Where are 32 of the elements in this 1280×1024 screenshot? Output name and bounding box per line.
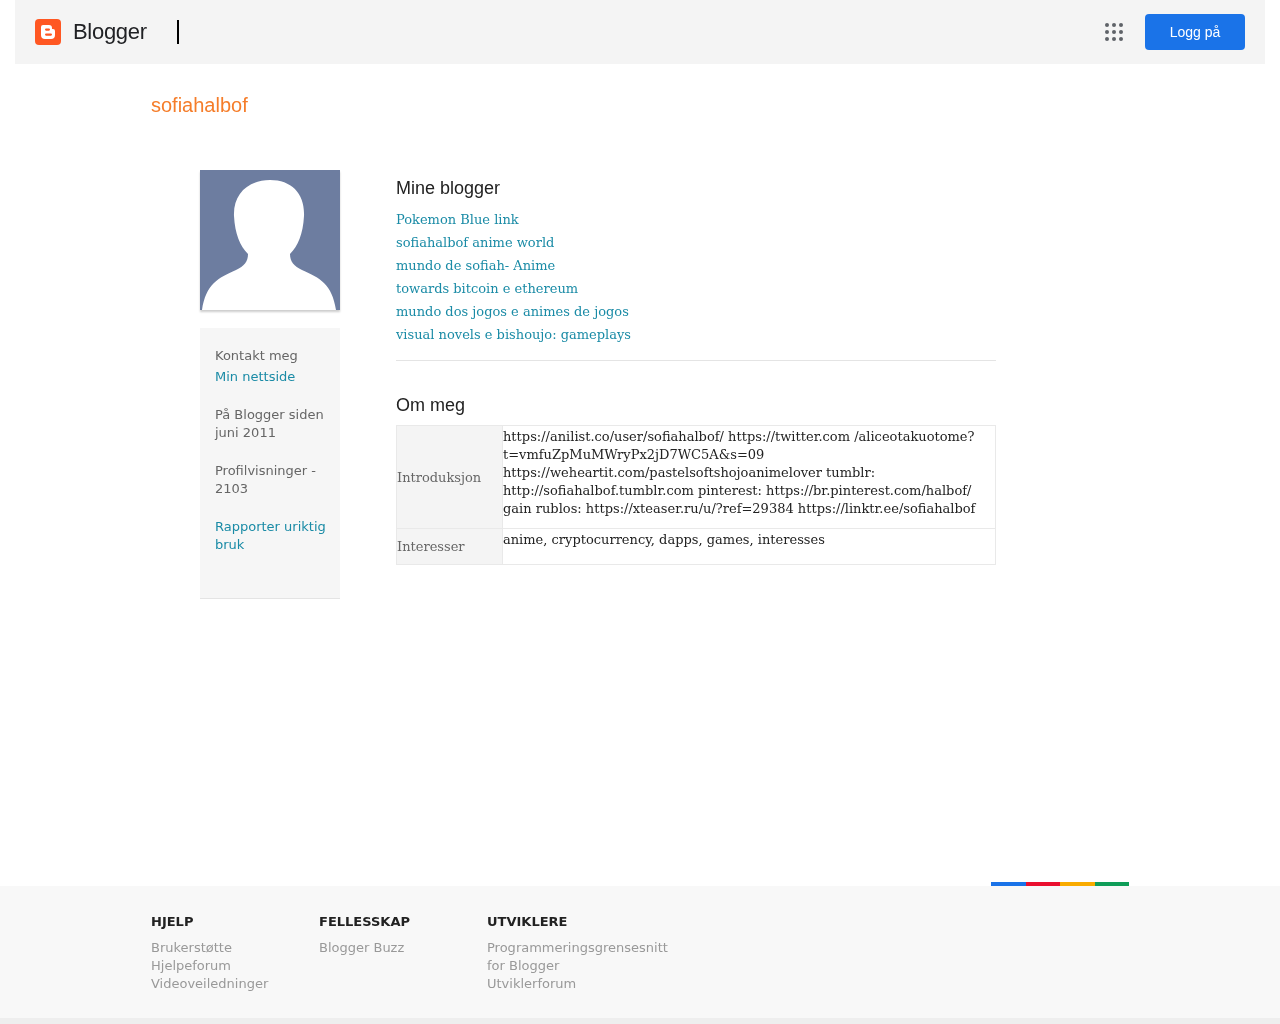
brand-name: Blogger bbox=[73, 19, 147, 45]
profile-link[interactable]: Min nettside bbox=[215, 368, 332, 386]
login-button[interactable]: Logg på bbox=[1145, 14, 1245, 50]
profile-info-text: Profilvisninger - 2103 bbox=[215, 462, 317, 498]
footer-heading: FELLESSKAP bbox=[319, 914, 411, 929]
blog-link[interactable]: mundo dos jogos e animes de jogos bbox=[396, 300, 996, 323]
blog-link[interactable]: Pokemon Blue link bbox=[396, 208, 996, 231]
blog-link[interactable]: visual novels e bishoujo: gameplays bbox=[396, 323, 996, 346]
field-label: Introduksjon bbox=[396, 425, 503, 529]
blog-link[interactable]: sofiahalbof anime world bbox=[396, 231, 996, 254]
footer-link[interactable]: Blogger Buzz bbox=[319, 939, 487, 957]
footer-heading: UTVIKLERE bbox=[487, 914, 569, 929]
profile-link[interactable]: Rapporter uriktig bruk bbox=[215, 518, 332, 554]
footer-link[interactable]: Videoveiledninger bbox=[151, 975, 319, 993]
section-heading: Mine blogger bbox=[396, 178, 502, 199]
profile-info-text: På Blogger siden juni 2011 bbox=[215, 406, 325, 442]
footer-heading: HJELP bbox=[151, 914, 195, 929]
blog-link[interactable]: towards bitcoin e ethereum bbox=[396, 277, 996, 300]
blogger-logo-icon bbox=[35, 19, 61, 45]
field-value: https://anilist.co/user/sofiahalbof/ https://twitter.com /aliceotakuotome?t=vmfuZpMuMWryPx2jD7WC5A&s=09 https://weheartit.com/pastelsoftshojoanimelover tumblr: http://sofiahalbof.tumblr.com pinterest: https://br.pinterest.com/halbof/ gain rublos: https://xteaser.ru/u/?ref=29384 https://linktr.ee/sofiahalbof bbox=[502, 425, 996, 529]
footer-link[interactable]: Brukerstøtte bbox=[151, 939, 319, 957]
footer-link[interactable]: Hjelpeforum bbox=[151, 957, 319, 975]
field-value: anime, cryptocurrency, dapps, games, interesses bbox=[502, 528, 996, 565]
profile-username: sofiahalbof bbox=[151, 94, 249, 117]
text-cursor bbox=[176, 20, 179, 44]
footer-link[interactable]: Programmeringsgrensesnitt for Blogger bbox=[487, 939, 687, 975]
footer-link[interactable]: Utviklerforum bbox=[487, 975, 687, 993]
section-heading: Om meg bbox=[396, 395, 466, 416]
profile-info-text: Kontakt meg bbox=[215, 347, 299, 365]
apps-grid-icon[interactable] bbox=[1105, 23, 1123, 41]
field-label: Interesser bbox=[396, 528, 503, 565]
blog-link[interactable]: mundo de sofiah- Anime bbox=[396, 254, 996, 277]
